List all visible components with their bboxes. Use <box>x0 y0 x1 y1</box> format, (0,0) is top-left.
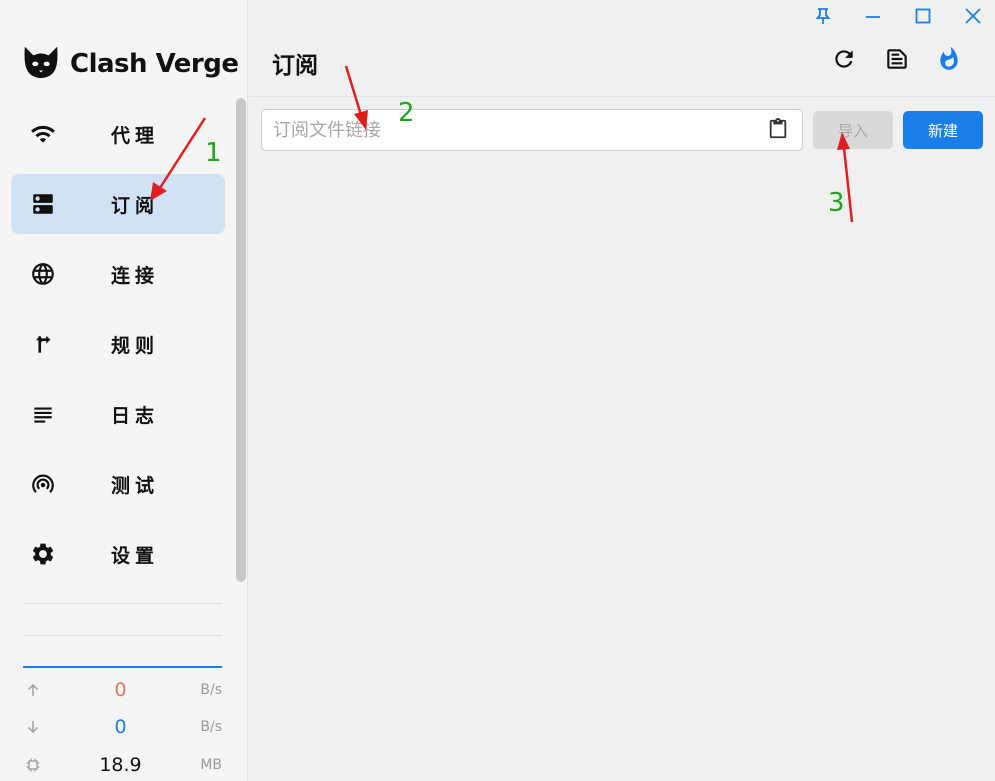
sidebar-item-label: 订阅 <box>111 194 160 217</box>
radar-icon <box>29 470 57 498</box>
memory-unit: MB <box>200 757 222 773</box>
sidebar-item-label: 连接 <box>111 264 160 287</box>
download-speed-value: 0 <box>114 716 127 738</box>
paste-button[interactable] <box>766 118 790 144</box>
wifi-icon <box>29 120 57 148</box>
minimize-icon <box>863 6 883 30</box>
sidebar: Clash Verge 代理 订阅 连接 规则 日志 测试 设置 0 B/s 0… <box>0 0 248 781</box>
maximize-button[interactable] <box>911 6 935 30</box>
sidebar-item-proxy[interactable]: 代理 <box>11 104 225 164</box>
subscription-url-input[interactable] <box>262 110 762 150</box>
pin-icon <box>813 6 833 30</box>
memory-stat: 18.9 MB <box>23 750 222 780</box>
divider <box>23 635 222 636</box>
traffic-graph-line <box>23 666 222 668</box>
minimize-button[interactable] <box>861 6 885 30</box>
sidebar-item-label: 设置 <box>111 544 160 567</box>
close-button[interactable] <box>961 6 985 30</box>
globe-icon <box>29 260 57 288</box>
app-logo: Clash Verge <box>22 43 239 85</box>
close-icon <box>963 6 983 30</box>
subscription-url-field <box>261 109 803 151</box>
sidebar-item-label: 代理 <box>111 124 160 147</box>
import-button[interactable]: 导入 <box>813 111 893 149</box>
dns-icon <box>29 190 57 218</box>
download-stat: 0 B/s <box>23 712 222 742</box>
upload-speed-value: 0 <box>114 679 127 701</box>
arrow-down-icon <box>23 717 43 737</box>
page-title: 订阅 <box>272 53 318 79</box>
divider <box>23 603 222 604</box>
sidebar-scrollbar[interactable] <box>236 98 246 582</box>
sidebar-item-test[interactable]: 测试 <box>11 454 225 514</box>
maximize-icon <box>913 6 933 30</box>
new-button[interactable]: 新建 <box>903 111 983 149</box>
fire-icon <box>936 46 962 76</box>
fire-button[interactable] <box>934 46 964 76</box>
sidebar-item-label: 日志 <box>111 404 160 427</box>
text-snippet-icon <box>884 46 910 76</box>
notes-icon <box>29 400 57 428</box>
sidebar-nav: 代理 订阅 连接 规则 日志 测试 设置 <box>11 104 225 594</box>
memory-chip-icon <box>23 755 43 775</box>
sidebar-item-subscription[interactable]: 订阅 <box>11 174 225 234</box>
sidebar-item-label: 测试 <box>111 474 160 497</box>
gear-icon <box>29 540 57 568</box>
annotation-step-number: 3 <box>828 188 845 218</box>
upload-speed-unit: B/s <box>200 682 222 698</box>
view-log-button[interactable] <box>882 46 912 76</box>
upload-stat: 0 B/s <box>23 675 222 705</box>
sidebar-item-rules[interactable]: 规则 <box>11 314 225 374</box>
sidebar-item-connections[interactable]: 连接 <box>11 244 225 304</box>
refresh-button[interactable] <box>829 46 859 76</box>
arrow-up-icon <box>23 680 43 700</box>
refresh-icon <box>831 46 857 76</box>
sidebar-item-settings[interactable]: 设置 <box>11 524 225 584</box>
app-name: Clash Verge <box>70 49 239 79</box>
clipboard-icon <box>767 118 789 144</box>
fork-arrow-icon <box>29 330 57 358</box>
cat-icon <box>22 43 60 85</box>
pin-button[interactable] <box>811 6 835 30</box>
sidebar-item-label: 规则 <box>111 334 160 357</box>
sidebar-item-logs[interactable]: 日志 <box>11 384 225 444</box>
memory-value: 18.9 <box>99 754 142 776</box>
header-divider <box>249 96 995 97</box>
annotation-step-number: 2 <box>398 98 415 128</box>
annotation-step-number: 1 <box>205 138 222 168</box>
download-speed-unit: B/s <box>200 719 222 735</box>
